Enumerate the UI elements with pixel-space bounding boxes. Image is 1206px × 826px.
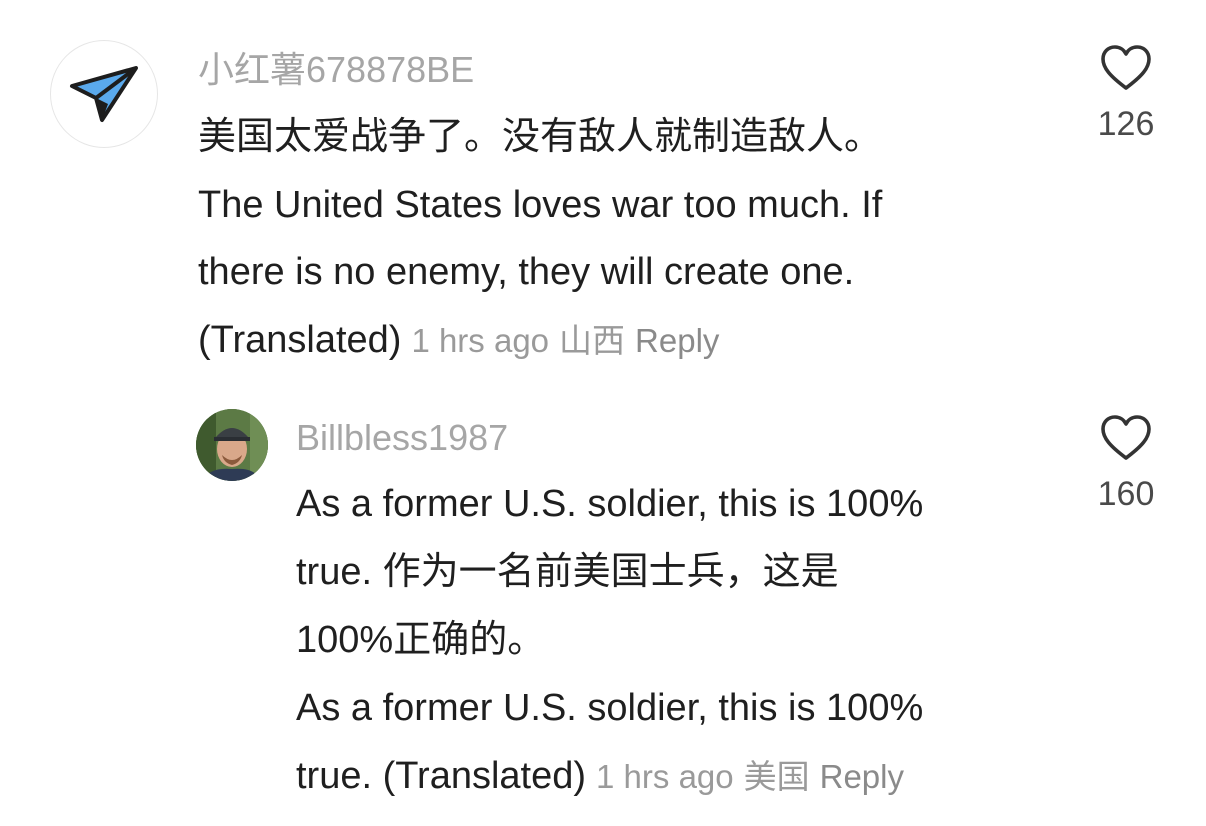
like-count: 160	[1097, 475, 1155, 513]
comment-text-line: 100%正确的。	[296, 619, 546, 661]
comment-text: As a former U.S. soldier, this is 100% t…	[296, 470, 1056, 811]
like-button[interactable]: 160	[1081, 414, 1171, 514]
comment-text-line: true. 作为一名前美国士兵，这是	[296, 551, 839, 593]
comment-location: 美国	[743, 758, 810, 795]
comment-time: 1 hrs ago	[596, 758, 734, 795]
comment-text-tail: true. (Translated)	[296, 755, 587, 797]
reply-comment-item: Billbless1987 As a former U.S. soldier, …	[0, 0, 1206, 826]
heart-icon	[1101, 415, 1151, 460]
comment-username[interactable]: Billbless1987	[296, 414, 508, 462]
comment-text-line: As a former U.S. soldier, this is 100%	[296, 483, 924, 525]
comment-text-line: true. (Translated) 1 hrs ago 美国 Reply	[296, 742, 1056, 811]
user-photo-avatar	[196, 409, 268, 481]
comment-text-line: As a former U.S. soldier, this is 100%	[296, 687, 924, 729]
user-avatar[interactable]	[196, 409, 268, 481]
comment-meta: 1 hrs ago 美国 Reply	[596, 758, 904, 795]
reply-button[interactable]: Reply	[820, 758, 904, 795]
